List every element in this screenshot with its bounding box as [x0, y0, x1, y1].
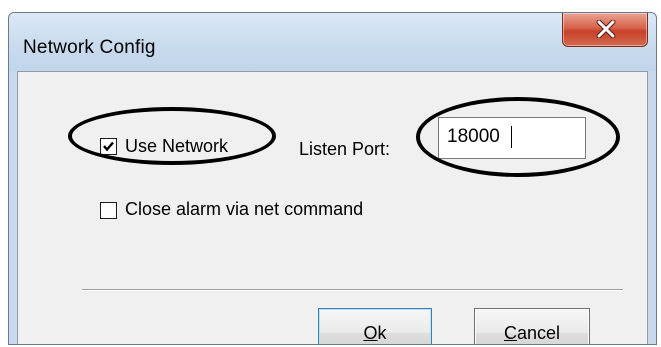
close-alarm-checkbox[interactable] — [100, 202, 117, 219]
close-icon — [596, 20, 616, 38]
listen-port-label: Listen Port: — [299, 139, 391, 159]
ok-mnemonic: O — [363, 322, 378, 343]
separator — [82, 289, 623, 291]
ok-button[interactable]: Ok — [318, 308, 432, 344]
title-bar[interactable]: Network Config — [9, 13, 656, 71]
use-network-label[interactable]: Use Network — [125, 136, 228, 157]
dialog-client-area: Use Network Listen Port: Close alarm via… — [17, 71, 648, 344]
ok-label-rest: k — [377, 322, 387, 343]
cancel-button[interactable]: Cancel — [474, 308, 590, 344]
listen-port-value[interactable]: 18000 — [447, 126, 500, 148]
network-config-dialog: Network Config Use Network Listen Port: … — [8, 12, 657, 345]
use-network-checkbox[interactable] — [100, 138, 117, 155]
close-alarm-label[interactable]: Close alarm via net command — [125, 199, 363, 220]
cancel-label-rest: ancel — [516, 322, 561, 343]
text-caret — [511, 126, 512, 148]
cancel-mnemonic: C — [503, 322, 517, 343]
checkmark-icon — [103, 141, 114, 152]
window-title: Network Config — [23, 37, 156, 58]
close-button[interactable] — [562, 13, 648, 47]
